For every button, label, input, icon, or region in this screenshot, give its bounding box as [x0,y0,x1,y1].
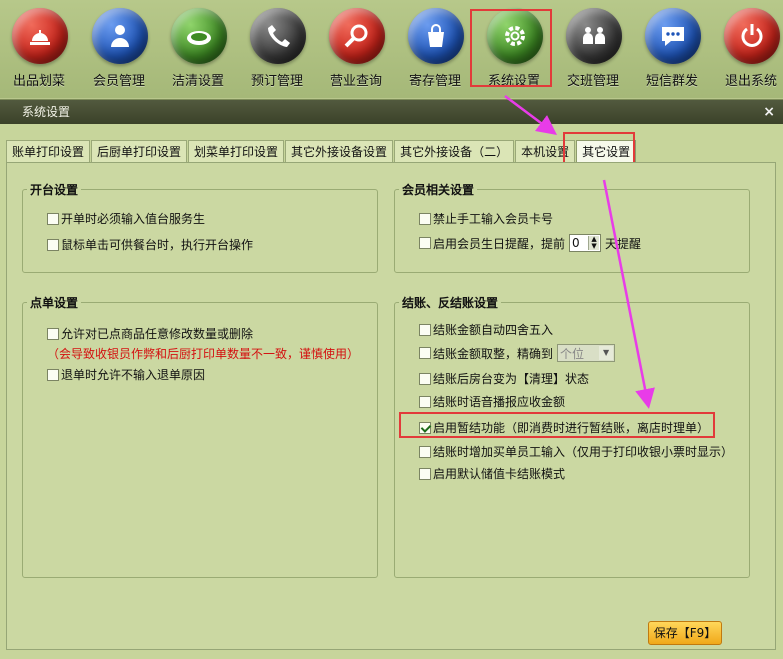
toolbar-btn-3[interactable]: 预订管理 [238,0,316,98]
window-title: 系统设置 [22,105,71,119]
toolbar-btn-7[interactable]: 交班管理 [554,0,632,98]
option-label: 结账后房台变为【清理】状态 [433,372,590,386]
tab-dish-print[interactable]: 划菜单打印设置 [188,140,285,162]
option-label: 开单时必须输入值台服务生 [61,212,206,226]
option-label: 启用会员生日提醒，提前 [433,236,566,251]
toolbar-label: 退出系统 [724,74,777,89]
option-label: 天提醒 [605,236,642,251]
option-label: 允许对已点商品任意修改数量或删除 [61,327,254,341]
option-row[interactable]: 结账金额自动四舍五入 [419,321,553,338]
close-icon[interactable]: × [763,100,775,124]
option-label: 退单时允许不输入退单原因 [61,368,206,382]
window-titlebar: 系统设置 × [0,100,783,124]
option-row[interactable]: 结账时增加买单员工输入（仅用于打印收银小票时显示） [419,443,733,460]
checkbox[interactable] [47,368,59,381]
select-value: 个位 [560,346,585,361]
checkbox[interactable] [419,237,431,249]
bell-icon [12,8,68,64]
stepper-arrows-icon[interactable]: ▲ ▼ [588,236,600,250]
toolbar-btn-8[interactable]: 短信群发 [633,0,711,98]
option-row[interactable]: 结账后房台变为【清理】状态 [419,370,589,387]
option-row[interactable]: 禁止手工输入会员卡号 [419,210,553,227]
toolbar-label: 寄存管理 [408,74,461,89]
checkbox[interactable] [419,395,431,408]
stepper-value: 0 [572,236,580,250]
option-row[interactable]: 启用默认储值卡结账模式 [419,465,565,482]
option-label: 结账金额自动四舍五入 [433,323,554,337]
group-title: 点单设置 [27,294,82,311]
option-row[interactable]: 鼠标单击可供餐台时，执行开台操作 [47,236,253,253]
checkbox[interactable] [419,347,431,359]
plate-icon [171,8,227,64]
toolbar-btn-4[interactable]: 营业查询 [317,0,395,98]
group-open-table: 开台设置 开单时必须输入值台服务生 鼠标单击可供餐台时，执行开台操作 [22,181,378,273]
toolbar-label: 洁清设置 [171,74,224,89]
option-label: 禁止手工输入会员卡号 [433,212,554,226]
option-row[interactable]: 退单时允许不输入退单原因 [47,366,205,383]
checkbox[interactable] [419,323,431,336]
checkbox[interactable] [419,212,431,225]
option-row[interactable]: 允许对已点商品任意修改数量或删除 [47,325,253,342]
tab-external-devices-2[interactable]: 其它外接设备（二） [394,140,515,162]
toolbar-label: 短信群发 [645,74,698,89]
group-checkout: 结账、反结账设置 结账金额自动四舍五入 结账金额取整，精确到 个位 ▼ 结账后房台… [394,294,750,578]
toolbar-label: 出品划菜 [12,74,65,89]
tab-bar: 账单打印设置 后厨单打印设置 划菜单打印设置 其它外接设备设置 其它外接设备（二… [6,140,637,162]
toolbar-btn-1[interactable]: 会员管理 [80,0,158,98]
tab-content: 开台设置 开单时必须输入值台服务生 鼠标单击可供餐台时，执行开台操作 会员相关设… [6,162,776,650]
checkbox[interactable] [47,238,59,251]
message-icon [645,8,701,64]
toolbar-btn-5[interactable]: 寄存管理 [396,0,474,98]
tab-bill-print[interactable]: 账单打印设置 [6,140,91,162]
rounding-select[interactable]: 个位 ▼ [557,344,616,362]
group-title: 结账、反结账设置 [399,294,502,311]
toolbar-label: 营业查询 [329,74,382,89]
option-row[interactable]: 启用会员生日提醒，提前 0 ▲ ▼ 天提醒 [419,234,641,252]
group-member: 会员相关设置 禁止手工输入会员卡号 启用会员生日提醒，提前 0 ▲ ▼ 天提醒 [394,181,750,273]
power-icon [724,8,780,64]
option-row[interactable]: 结账金额取整，精确到 个位 ▼ [419,344,616,362]
option-label: 结账时语音播报应收金额 [433,395,566,409]
checkbox[interactable] [419,445,431,458]
option-row[interactable]: 开单时必须输入值台服务生 [47,210,205,227]
warning-text: （会导致收银员作弊和后厨打印单数量不一致，谨慎使用） [47,347,360,361]
tab-external-devices[interactable]: 其它外接设备设置 [285,140,394,162]
settings-window: 系统设置 × 账单打印设置 后厨单打印设置 划菜单打印设置 其它外接设备设置 其… [0,99,783,659]
bag-icon [408,8,464,64]
toolbar-btn-0[interactable]: 出品划菜 [0,0,78,98]
chevron-down-icon: ▼ [599,346,614,360]
save-button[interactable]: 保存【F9】 [648,621,722,645]
highlight-box-toolbar [470,9,552,87]
toolbar-btn-9[interactable]: 退出系统 [712,0,783,98]
magnifier-icon [329,8,385,64]
option-label: 启用默认储值卡结账模式 [433,467,566,481]
option-label: 结账金额取整，精确到 [433,346,554,361]
checkbox[interactable] [419,372,431,385]
group-order: 点单设置 允许对已点商品任意修改数量或删除 （会导致收银员作弊和后厨打印单数量不… [22,294,378,578]
checkbox[interactable] [419,467,431,480]
option-label: 结账时增加买单员工输入（仅用于打印收银小票时显示） [433,445,734,459]
handover-icon [566,8,622,64]
checkbox[interactable] [47,327,59,340]
toolbar-btn-2[interactable]: 洁清设置 [159,0,237,98]
main-toolbar: 出品划菜 会员管理 洁清设置 预订管理 营业查询 寄存管理 系统设置 交班管理 … [0,0,783,98]
group-title: 会员相关设置 [399,181,478,198]
days-stepper[interactable]: 0 ▲ ▼ [569,234,602,252]
checkbox[interactable] [47,212,59,225]
tab-kitchen-print[interactable]: 后厨单打印设置 [91,140,188,162]
highlight-box-option [399,412,715,438]
person-icon [92,8,148,64]
toolbar-label: 预订管理 [250,74,303,89]
option-row[interactable]: 结账时语音播报应收金额 [419,393,565,410]
toolbar-label: 交班管理 [566,74,619,89]
phone-icon [250,8,306,64]
group-title: 开台设置 [27,181,82,198]
toolbar-label: 会员管理 [92,74,145,89]
option-label: 鼠标单击可供餐台时，执行开台操作 [61,238,254,252]
